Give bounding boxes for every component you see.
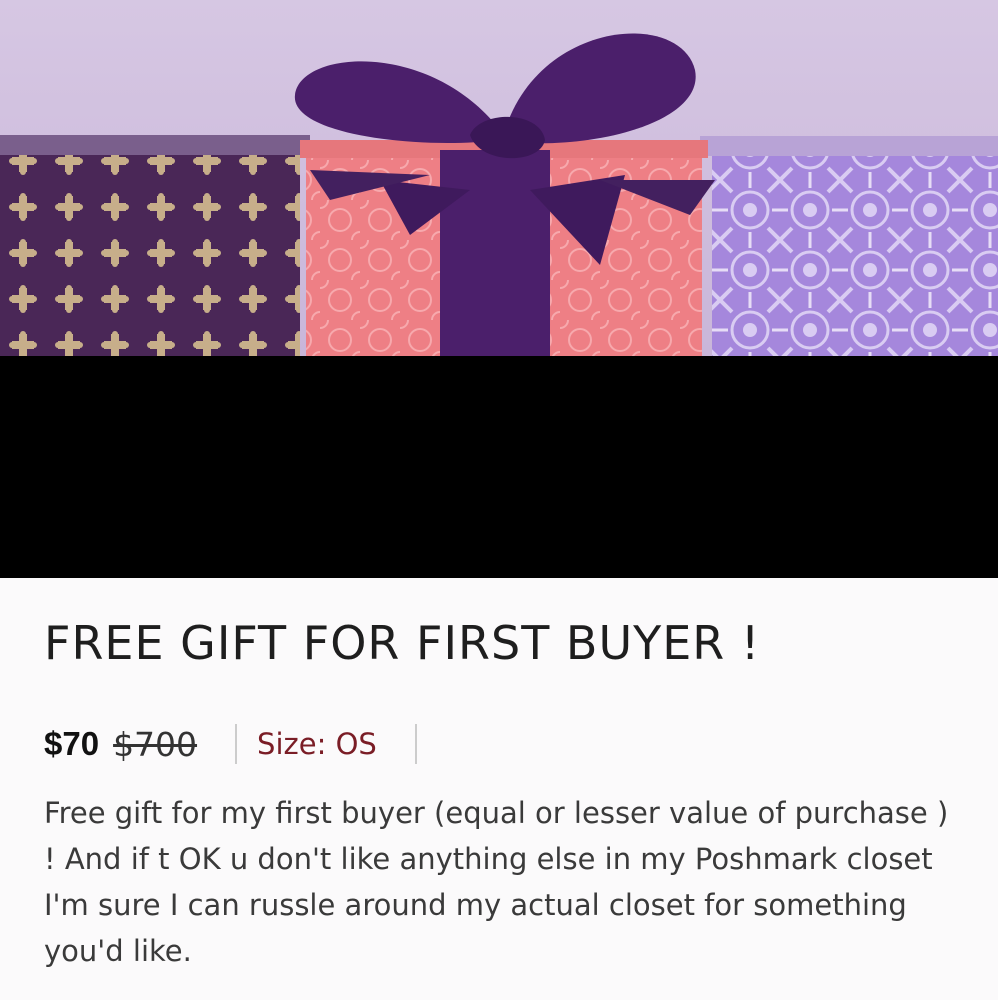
image-letterbox [0, 356, 998, 578]
original-price: $700 [113, 724, 198, 764]
divider [414, 724, 417, 764]
listing-photo[interactable] [0, 0, 998, 356]
listing-page: FREE GIFT FOR FIRST BUYER ! $70 $700 Siz… [0, 0, 998, 1000]
gift-boxes-image [0, 0, 998, 356]
size-label: Size: OS [257, 727, 377, 761]
listing-title: FREE GIFT FOR FIRST BUYER ! [44, 616, 761, 670]
divider [235, 724, 238, 764]
price-row: $70 $700 Size: OS [44, 720, 417, 768]
listing-details: FREE GIFT FOR FIRST BUYER ! $70 $700 Siz… [0, 578, 998, 1000]
price: $70 [44, 725, 100, 762]
listing-description: Free gift for my first buyer (equal or l… [44, 796, 949, 968]
